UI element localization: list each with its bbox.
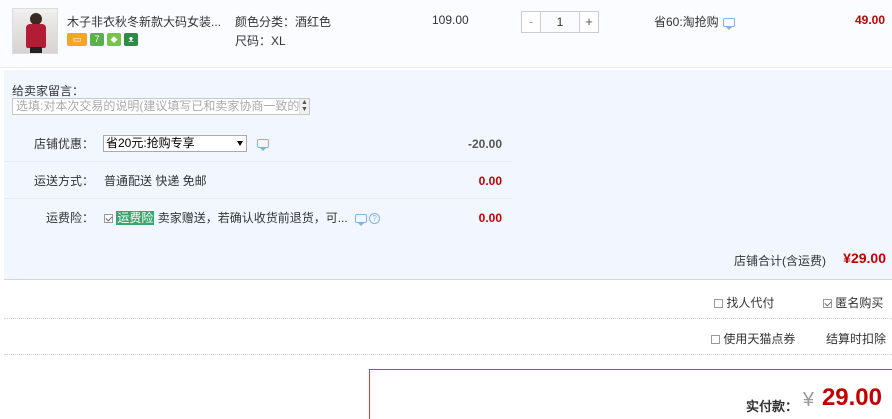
payment-label: 实付款： xyxy=(745,399,798,414)
proxy-pay-label: 找人代付 xyxy=(726,296,775,310)
product-thumbnail[interactable] xyxy=(12,8,58,54)
insurance-value: 运费险 卖家赠送，若确认收货前退货，可... ? xyxy=(104,200,381,236)
card-icon[interactable]: ▭ xyxy=(67,33,87,46)
quantity-plus-button[interactable]: + xyxy=(579,11,599,33)
quantity-stepper: - 1 + xyxy=(521,11,599,33)
insurance-row: 运费险： 运费险 卖家赠送，若确认收货前退货，可... ? 0.00 xyxy=(4,200,512,236)
message-scroll-spinner[interactable]: ▲ ▼ xyxy=(299,99,309,114)
coupon-chat-icon[interactable] xyxy=(257,139,269,151)
order-options-panel: 给卖家留言： 选填:对本次交易的说明(建议填写已和卖家协商一致的内容) ▲ ▼ 店… xyxy=(4,70,892,280)
tmall-cat-icon[interactable]: ᴥ xyxy=(124,33,138,46)
seven-day-return-icon[interactable]: 7 xyxy=(90,33,104,46)
coupon-select[interactable]: 省20元:抢购专享 xyxy=(103,135,247,152)
service-badges: ▭ 7 ◆ ᴥ xyxy=(67,33,138,46)
seller-message-input[interactable]: 选填:对本次交易的说明(建议填写已和卖家协商一致的内容) ▲ ▼ xyxy=(12,98,310,115)
promo-info: 省60:淘抢购 xyxy=(654,13,735,31)
seller-message-placeholder: 选填:对本次交易的说明(建议填写已和卖家协商一致的内容) xyxy=(16,99,310,113)
shield-icon[interactable]: ◆ xyxy=(107,33,121,46)
shipping-amount: 0.00 xyxy=(478,174,502,188)
sku-color: 颜色分类：酒红色 xyxy=(235,15,332,29)
shop-coupon-row: 店铺优惠： 省20元:抢购专享 -20.00 xyxy=(4,126,512,162)
coupon-amount: -20.00 xyxy=(467,137,502,151)
proxy-pay-checkbox[interactable] xyxy=(714,299,723,308)
coupon-label: 店铺优惠： xyxy=(33,137,94,151)
sku-size: 尺码：XL xyxy=(235,34,286,48)
payment-amount: 29.00 xyxy=(821,384,882,411)
shipping-row: 运送方式： 普通配送 快递 免邮 0.00 xyxy=(4,163,512,199)
coupon-selected: 省20元:抢购专享 xyxy=(106,136,195,150)
insurance-chat-icon[interactable] xyxy=(355,214,368,227)
quantity-minus-button[interactable]: - xyxy=(521,11,541,33)
insurance-tag: 运费险 xyxy=(116,211,155,225)
anonymous-option[interactable]: 匿名购买 xyxy=(823,294,883,311)
divider xyxy=(4,354,892,355)
shipping-value: 普通配送 快递 免邮 xyxy=(104,174,207,188)
divider xyxy=(4,318,892,319)
shop-total-label: 店铺合计(含运费) xyxy=(734,254,826,268)
shipping-label: 运送方式： xyxy=(33,174,94,188)
insurance-desc: 卖家赠送，若确认收货前退货，可... xyxy=(157,211,348,225)
quantity-input[interactable]: 1 xyxy=(541,11,579,33)
proxy-pay-option[interactable]: 找人代付 xyxy=(714,294,774,311)
unit-price: 109.00 xyxy=(432,13,469,27)
deduct-note: 结算时扣除 xyxy=(826,332,887,346)
help-icon[interactable]: ? xyxy=(369,213,381,225)
tmall-points-option[interactable]: 使用天猫点券 xyxy=(711,330,795,347)
chevron-down-icon xyxy=(237,141,243,146)
chat-icon[interactable] xyxy=(722,18,735,31)
order-item-row: 木子非衣秋冬新款大码女装... ▭ 7 ◆ ᴥ 颜色分类：酒红色 尺码：XL 1… xyxy=(0,0,892,68)
insurance-checkbox[interactable] xyxy=(104,214,113,223)
payment-currency: ¥ xyxy=(802,389,814,411)
insurance-amount: 0.00 xyxy=(478,211,502,225)
tmall-points-checkbox[interactable] xyxy=(711,335,720,344)
insurance-label: 运费险： xyxy=(45,211,94,225)
item-subtotal: 49.00 xyxy=(854,13,885,27)
shop-total-value: ¥29.00 xyxy=(843,250,886,266)
product-title[interactable]: 木子非衣秋冬新款大码女装... xyxy=(67,13,227,30)
promo-text: 省60:淘抢购 xyxy=(654,15,719,29)
anonymous-checkbox[interactable] xyxy=(823,299,832,308)
anonymous-label: 匿名购买 xyxy=(835,296,884,310)
tmall-points-label: 使用天猫点券 xyxy=(723,332,796,346)
message-label: 给卖家留言： xyxy=(12,84,85,98)
